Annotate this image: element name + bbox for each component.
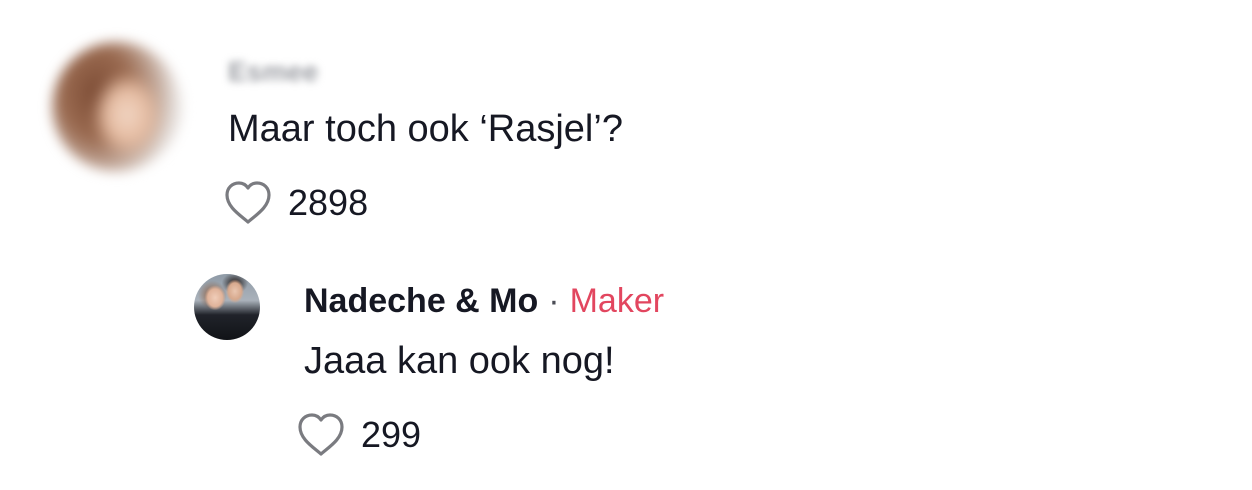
commenter-username[interactable]: Esmee — [228, 56, 318, 88]
reply-like-row: 299 — [295, 411, 421, 459]
comments-panel: Esmee Maar toch ook ‘Rasjel’? 2898 Nadec… — [0, 0, 1252, 490]
reply-like-count: 299 — [361, 414, 422, 455]
comment-like-count: 2898 — [288, 182, 369, 223]
heart-icon[interactable] — [295, 411, 347, 459]
creator-badge: Maker — [569, 282, 665, 320]
reply-header: Nadeche & Mo · Maker — [304, 282, 664, 321]
reply-separator: · — [548, 282, 560, 320]
comment-text: Maar toch ook ‘Rasjel’? — [228, 108, 623, 150]
comment-like-row: 2898 — [222, 179, 368, 227]
reply-avatar[interactable] — [194, 274, 260, 340]
commenter-avatar[interactable] — [52, 42, 182, 172]
reply-text: Jaaa kan ook nog! — [304, 340, 615, 382]
reply-username[interactable]: Nadeche & Mo — [304, 282, 538, 321]
heart-icon[interactable] — [222, 179, 274, 227]
